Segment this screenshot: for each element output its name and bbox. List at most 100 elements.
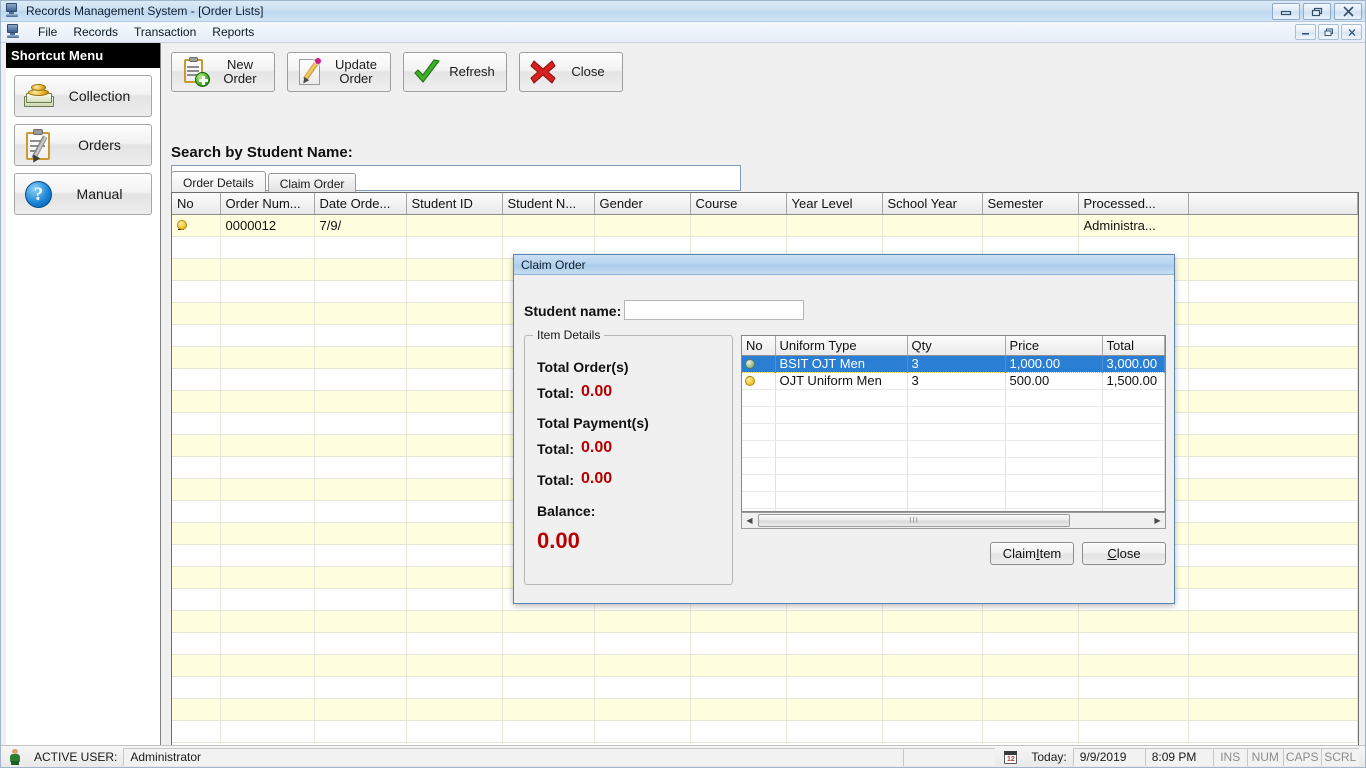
- icol-total[interactable]: Total: [1102, 336, 1165, 355]
- row-cell-empty: [406, 390, 502, 412]
- row-cell-empty: [1188, 368, 1358, 390]
- minimize-button[interactable]: [1272, 3, 1300, 20]
- claim-item-row-empty[interactable]: [742, 440, 1165, 457]
- row-cell-empty: [220, 698, 314, 720]
- dialog-close-label-post: lose: [1117, 546, 1141, 561]
- row-cell-empty: [314, 368, 406, 390]
- col-no[interactable]: No: [172, 193, 220, 214]
- sidebar-item-manual[interactable]: ? Manual: [14, 173, 152, 215]
- shortcut-menu-sidebar: Shortcut Menu Collection Orders ? Manual: [6, 43, 161, 754]
- row-cell-empty: [406, 566, 502, 588]
- tab-order-details[interactable]: Order Details: [171, 171, 266, 194]
- claim-item-cell-empty: [1102, 491, 1165, 508]
- dialog-close-button[interactable]: Close: [1082, 542, 1166, 565]
- row-cell-empty: [314, 698, 406, 720]
- row-cell-empty: [220, 280, 314, 302]
- claim-item-cell-empty: [775, 389, 907, 406]
- icol-qty[interactable]: Qty: [907, 336, 1005, 355]
- menu-transaction[interactable]: Transaction: [126, 23, 204, 41]
- table-row[interactable]: 100000127/9/Administra...: [172, 214, 1358, 236]
- mdi-close-button[interactable]: [1341, 24, 1362, 40]
- close-button[interactable]: [1334, 3, 1362, 20]
- update-order-button[interactable]: Update Order: [287, 52, 391, 92]
- menu-file[interactable]: File: [30, 23, 65, 41]
- col-extra[interactable]: [1188, 193, 1358, 214]
- row-cell-student-name: [502, 214, 594, 236]
- row-cell-empty: [1078, 720, 1188, 742]
- icol-uniform-type[interactable]: Uniform Type: [775, 336, 907, 355]
- table-row-empty[interactable]: [172, 720, 1358, 742]
- row-cell-course: [690, 214, 786, 236]
- row-cell-empty: [314, 346, 406, 368]
- claim-item-cell-empty: [1102, 406, 1165, 423]
- claim-item-cell-empty: [1102, 440, 1165, 457]
- col-processed-by[interactable]: Processed...: [1078, 193, 1188, 214]
- scroll-thumb[interactable]: III: [758, 514, 1070, 527]
- row-indicator-icon: [177, 220, 187, 230]
- claim-item-row-empty[interactable]: [742, 474, 1165, 491]
- mdi-minimize-button[interactable]: [1295, 24, 1316, 40]
- row-cell-empty: [406, 588, 502, 610]
- row-cell-date-ordered: 7/9/: [314, 214, 406, 236]
- menu-records[interactable]: Records: [65, 23, 126, 41]
- col-student-name[interactable]: Student N...: [502, 193, 594, 214]
- row-cell-empty: [314, 500, 406, 522]
- col-student-id[interactable]: Student ID: [406, 193, 502, 214]
- menu-reports[interactable]: Reports: [204, 23, 262, 41]
- student-name-input[interactable]: [624, 300, 804, 320]
- col-school-year[interactable]: School Year: [882, 193, 982, 214]
- claim-item-cell-empty: [907, 389, 1005, 406]
- col-year-level[interactable]: Year Level: [786, 193, 882, 214]
- col-course[interactable]: Course: [690, 193, 786, 214]
- claim-item-row-empty[interactable]: [742, 423, 1165, 440]
- row-cell-empty: [220, 522, 314, 544]
- mdi-restore-button[interactable]: [1318, 24, 1339, 40]
- row-cell-empty: [314, 412, 406, 434]
- col-gender[interactable]: Gender: [594, 193, 690, 214]
- total-value: 0.00: [581, 470, 612, 488]
- claim-item-hscrollbar[interactable]: ◀ III ▶: [741, 512, 1166, 529]
- row-cell-empty: [406, 412, 502, 434]
- claim-item-cell-empty: [775, 440, 907, 457]
- close-order-button[interactable]: Close: [519, 52, 623, 92]
- claim-item-row[interactable]: 1BSIT OJT Men31,000.003,000.00: [742, 355, 1165, 372]
- claim-item-label-post: tem: [1040, 546, 1062, 561]
- row-cell-empty: [314, 610, 406, 632]
- icol-price[interactable]: Price: [1005, 336, 1102, 355]
- claim-item-row-empty[interactable]: [742, 491, 1165, 508]
- table-row-empty[interactable]: [172, 610, 1358, 632]
- claim-item-grid[interactable]: No Uniform Type Qty Price Total 1BSIT OJ…: [741, 335, 1166, 512]
- claim-item-button[interactable]: Claim Item: [990, 542, 1074, 565]
- mdi-child-controls: [1295, 24, 1362, 40]
- row-cell-empty: [220, 720, 314, 742]
- table-row-empty[interactable]: [172, 698, 1358, 720]
- sidebar-item-label: Collection: [60, 88, 151, 104]
- restore-button[interactable]: [1303, 3, 1331, 20]
- icol-no[interactable]: No: [742, 336, 775, 355]
- col-order-number[interactable]: Order Num...: [220, 193, 314, 214]
- item-details-group: Item Details Total Order(s) Total: 0.00 …: [524, 335, 733, 585]
- claim-item-row-empty[interactable]: [742, 406, 1165, 423]
- scroll-right-arrow-icon[interactable]: ▶: [1150, 513, 1165, 528]
- scroll-track[interactable]: III: [757, 513, 1150, 528]
- claim-item-row[interactable]: 2OJT Uniform Men3500.001,500.00: [742, 372, 1165, 389]
- sidebar-item-collection[interactable]: Collection: [14, 75, 152, 117]
- claim-item-row-empty[interactable]: [742, 389, 1165, 406]
- claim-item-row-empty[interactable]: [742, 457, 1165, 474]
- new-order-button[interactable]: New Order: [171, 52, 275, 92]
- row-cell-empty: [314, 434, 406, 456]
- row-cell-empty: [314, 258, 406, 280]
- col-semester[interactable]: Semester: [982, 193, 1078, 214]
- row-cell-empty: [1078, 698, 1188, 720]
- sidebar-item-orders[interactable]: Orders: [14, 124, 152, 166]
- row-cell-empty: [594, 720, 690, 742]
- table-row-empty[interactable]: [172, 654, 1358, 676]
- table-row-empty[interactable]: [172, 676, 1358, 698]
- table-row-empty[interactable]: [172, 632, 1358, 654]
- order-grid-header-row: No Order Num... Date Orde... Student ID …: [172, 193, 1358, 214]
- row-cell-empty: [1188, 632, 1358, 654]
- tab-claim-order[interactable]: Claim Order: [268, 173, 357, 194]
- refresh-button[interactable]: Refresh: [403, 52, 507, 92]
- scroll-left-arrow-icon[interactable]: ◀: [742, 513, 757, 528]
- col-date-ordered[interactable]: Date Orde...: [314, 193, 406, 214]
